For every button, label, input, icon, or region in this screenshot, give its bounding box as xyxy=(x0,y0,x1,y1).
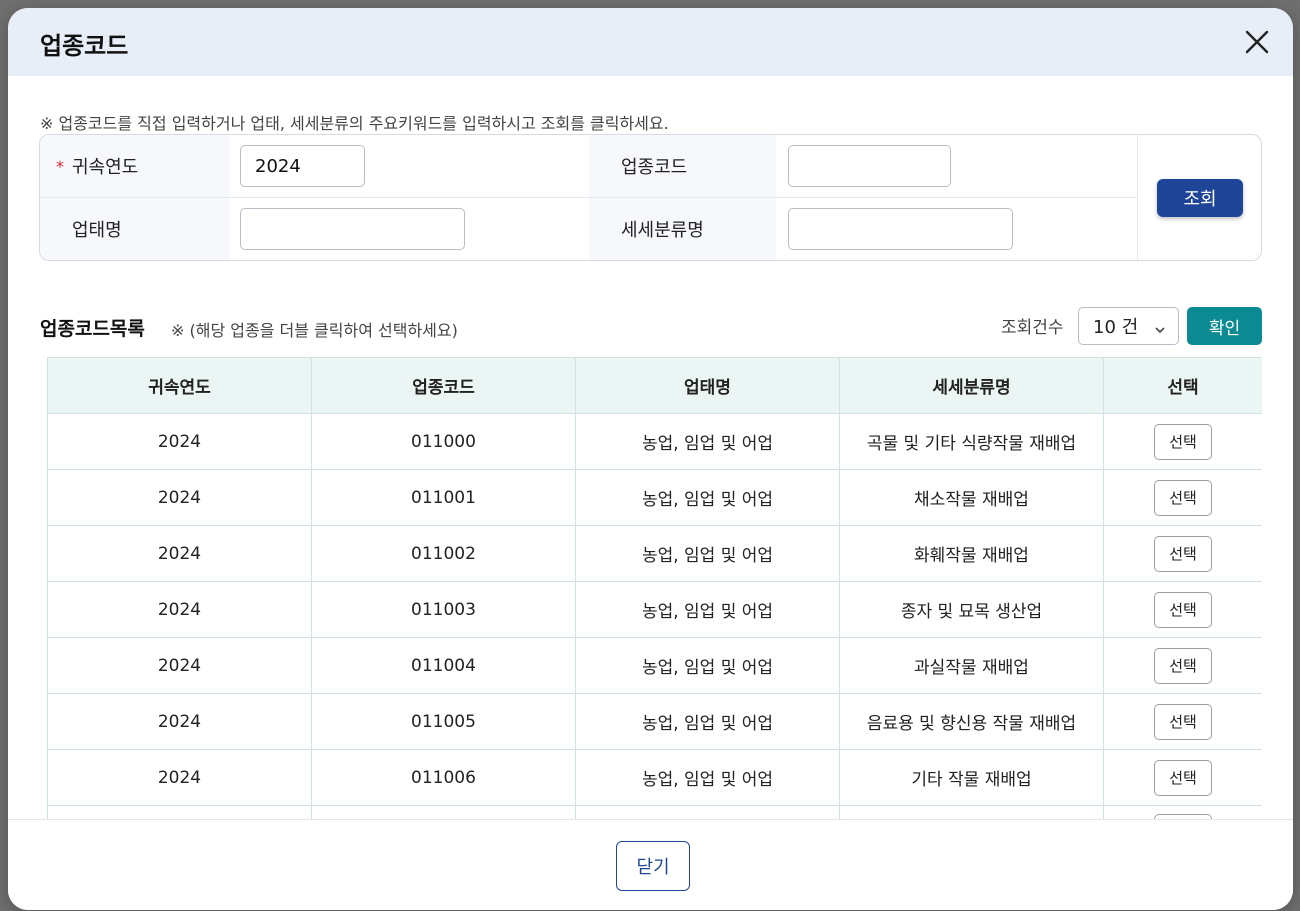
year-label-cell: * 귀속연도 xyxy=(40,135,229,197)
select-row-button[interactable]: 선택 xyxy=(1154,759,1212,796)
business-label-cell: 업태명 xyxy=(40,198,229,260)
search-row-2: 업태명 세세분류명 xyxy=(40,198,1137,260)
cell-code: 011005 xyxy=(311,693,576,750)
cell-subclass: 기타 작물 재배업 xyxy=(839,749,1104,806)
cell-subclass: 음료용 및 향신용 작물 재배업 xyxy=(839,693,1104,750)
select-row-button[interactable]: 선택 xyxy=(1154,647,1212,684)
subclass-label: 세세분류명 xyxy=(621,220,704,241)
business-label: 업태명 xyxy=(72,220,122,241)
cell-select: 선택 xyxy=(1103,693,1262,750)
cell-year: 2024 xyxy=(47,469,312,526)
select-row-button[interactable]: 선택 xyxy=(1154,479,1212,516)
search-button-area: 조회 xyxy=(1137,135,1261,260)
table-row[interactable]: 2024 011001 농업, 임업 및 어업 채소작물 재배업 선택 xyxy=(47,469,1262,526)
cell-select: 선택 xyxy=(1103,469,1262,526)
cell-select xyxy=(1103,805,1262,819)
table-row[interactable] xyxy=(47,805,1262,819)
cell-subclass: 채소작물 재배업 xyxy=(839,469,1104,526)
search-notice: ※ 업종코드를 직접 입력하거나 업태, 세세분류의 주요키워드를 입력하시고 … xyxy=(40,114,669,133)
required-mark: * xyxy=(56,157,64,176)
search-button[interactable]: 조회 xyxy=(1157,179,1243,217)
select-row-button[interactable]: 선택 xyxy=(1154,591,1212,628)
modal-title: 업종코드 xyxy=(40,32,129,60)
cell-subclass: 곡물 및 기타 식량작물 재배업 xyxy=(839,413,1104,470)
business-input[interactable] xyxy=(240,208,465,250)
confirm-button[interactable]: 확인 xyxy=(1187,307,1262,345)
cell-business: 농업, 임업 및 어업 xyxy=(575,581,840,638)
cell-year: 2024 xyxy=(47,525,312,582)
column-header-business: 업태명 xyxy=(575,357,840,414)
cell-subclass: 화훼작물 재배업 xyxy=(839,525,1104,582)
modal-footer: 닫기 xyxy=(8,819,1293,910)
cell-business: 농업, 임업 및 어업 xyxy=(575,749,840,806)
count-label: 조회건수 xyxy=(1001,318,1064,338)
cell-select: 선택 xyxy=(1103,413,1262,470)
list-title: 업종코드목록 xyxy=(40,318,145,340)
count-select[interactable]: 10 건 xyxy=(1078,307,1179,345)
cell-year: 2024 xyxy=(47,637,312,694)
search-form: * 귀속연도 업종코드 업태명 세세분류명 조회 xyxy=(39,134,1262,261)
column-header-subclass: 세세분류명 xyxy=(839,357,1104,414)
table-row[interactable]: 2024 011002 농업, 임업 및 어업 화훼작물 재배업 선택 xyxy=(47,525,1262,582)
subclass-input[interactable] xyxy=(788,208,1013,250)
cell-business xyxy=(575,805,840,819)
cell-subclass: 과실작물 재배업 xyxy=(839,637,1104,694)
count-value: 10 건 xyxy=(1093,317,1139,338)
cell-code: 011006 xyxy=(311,749,576,806)
cell-year xyxy=(47,805,312,819)
cell-code xyxy=(311,805,576,819)
cell-business: 농업, 임업 및 어업 xyxy=(575,469,840,526)
column-header-code: 업종코드 xyxy=(311,357,576,414)
close-icon[interactable] xyxy=(1243,28,1271,56)
table-row[interactable]: 2024 011006 농업, 임업 및 어업 기타 작물 재배업 선택 xyxy=(47,749,1262,806)
cell-year: 2024 xyxy=(47,749,312,806)
close-button[interactable]: 닫기 xyxy=(616,841,690,891)
search-row-1: * 귀속연도 업종코드 xyxy=(40,135,1137,198)
chevron-down-icon xyxy=(1154,320,1166,341)
cell-business: 농업, 임업 및 어업 xyxy=(575,525,840,582)
cell-code: 011001 xyxy=(311,469,576,526)
column-header-year: 귀속연도 xyxy=(47,357,312,414)
cell-year: 2024 xyxy=(47,413,312,470)
cell-business: 농업, 임업 및 어업 xyxy=(575,693,840,750)
modal-header: 업종코드 xyxy=(8,8,1293,76)
year-label: 귀속연도 xyxy=(72,157,139,178)
cell-subclass: 종자 및 묘목 생산업 xyxy=(839,581,1104,638)
table-row[interactable]: 2024 011003 농업, 임업 및 어업 종자 및 묘목 생산업 선택 xyxy=(47,581,1262,638)
select-row-button[interactable]: 선택 xyxy=(1154,703,1212,740)
cell-select: 선택 xyxy=(1103,749,1262,806)
cell-select: 선택 xyxy=(1103,581,1262,638)
cell-code: 011000 xyxy=(311,413,576,470)
table-row[interactable]: 2024 011000 농업, 임업 및 어업 곡물 및 기타 식량작물 재배업… xyxy=(47,413,1262,470)
cell-code: 011004 xyxy=(311,637,576,694)
table-row[interactable]: 2024 011005 농업, 임업 및 어업 음료용 및 향신용 작물 재배업… xyxy=(47,693,1262,750)
select-row-button[interactable]: 선택 xyxy=(1154,535,1212,572)
industry-code-table: 귀속연도 업종코드 업태명 세세분류명 선택 2024 011000 농업, 임… xyxy=(47,357,1262,819)
cell-subclass xyxy=(839,805,1104,819)
industry-code-modal: 업종코드 ※ 업종코드를 직접 입력하거나 업태, 세세분류의 주요키워드를 입… xyxy=(8,8,1293,910)
table-header-row: 귀속연도 업종코드 업태명 세세분류명 선택 xyxy=(47,357,1262,414)
year-input[interactable] xyxy=(240,145,365,187)
cell-business: 농업, 임업 및 어업 xyxy=(575,637,840,694)
cell-year: 2024 xyxy=(47,581,312,638)
cell-code: 011002 xyxy=(311,525,576,582)
cell-business: 농업, 임업 및 어업 xyxy=(575,413,840,470)
cell-select: 선택 xyxy=(1103,637,1262,694)
select-row-button[interactable]: 선택 xyxy=(1154,423,1212,460)
table-row[interactable]: 2024 011004 농업, 임업 및 어업 과실작물 재배업 선택 xyxy=(47,637,1262,694)
column-header-select: 선택 xyxy=(1103,357,1262,414)
code-label-cell: 업종코드 xyxy=(589,135,776,197)
cell-year: 2024 xyxy=(47,693,312,750)
code-label: 업종코드 xyxy=(621,157,688,178)
industry-code-table-wrap: 귀속연도 업종코드 업태명 세세분류명 선택 2024 011000 농업, 임… xyxy=(47,357,1262,819)
cell-select: 선택 xyxy=(1103,525,1262,582)
cell-code: 011003 xyxy=(311,581,576,638)
subclass-label-cell: 세세분류명 xyxy=(589,198,776,260)
list-hint: ※ (해당 업종을 더블 클릭하여 선택하세요) xyxy=(171,321,458,340)
code-input[interactable] xyxy=(788,145,951,187)
